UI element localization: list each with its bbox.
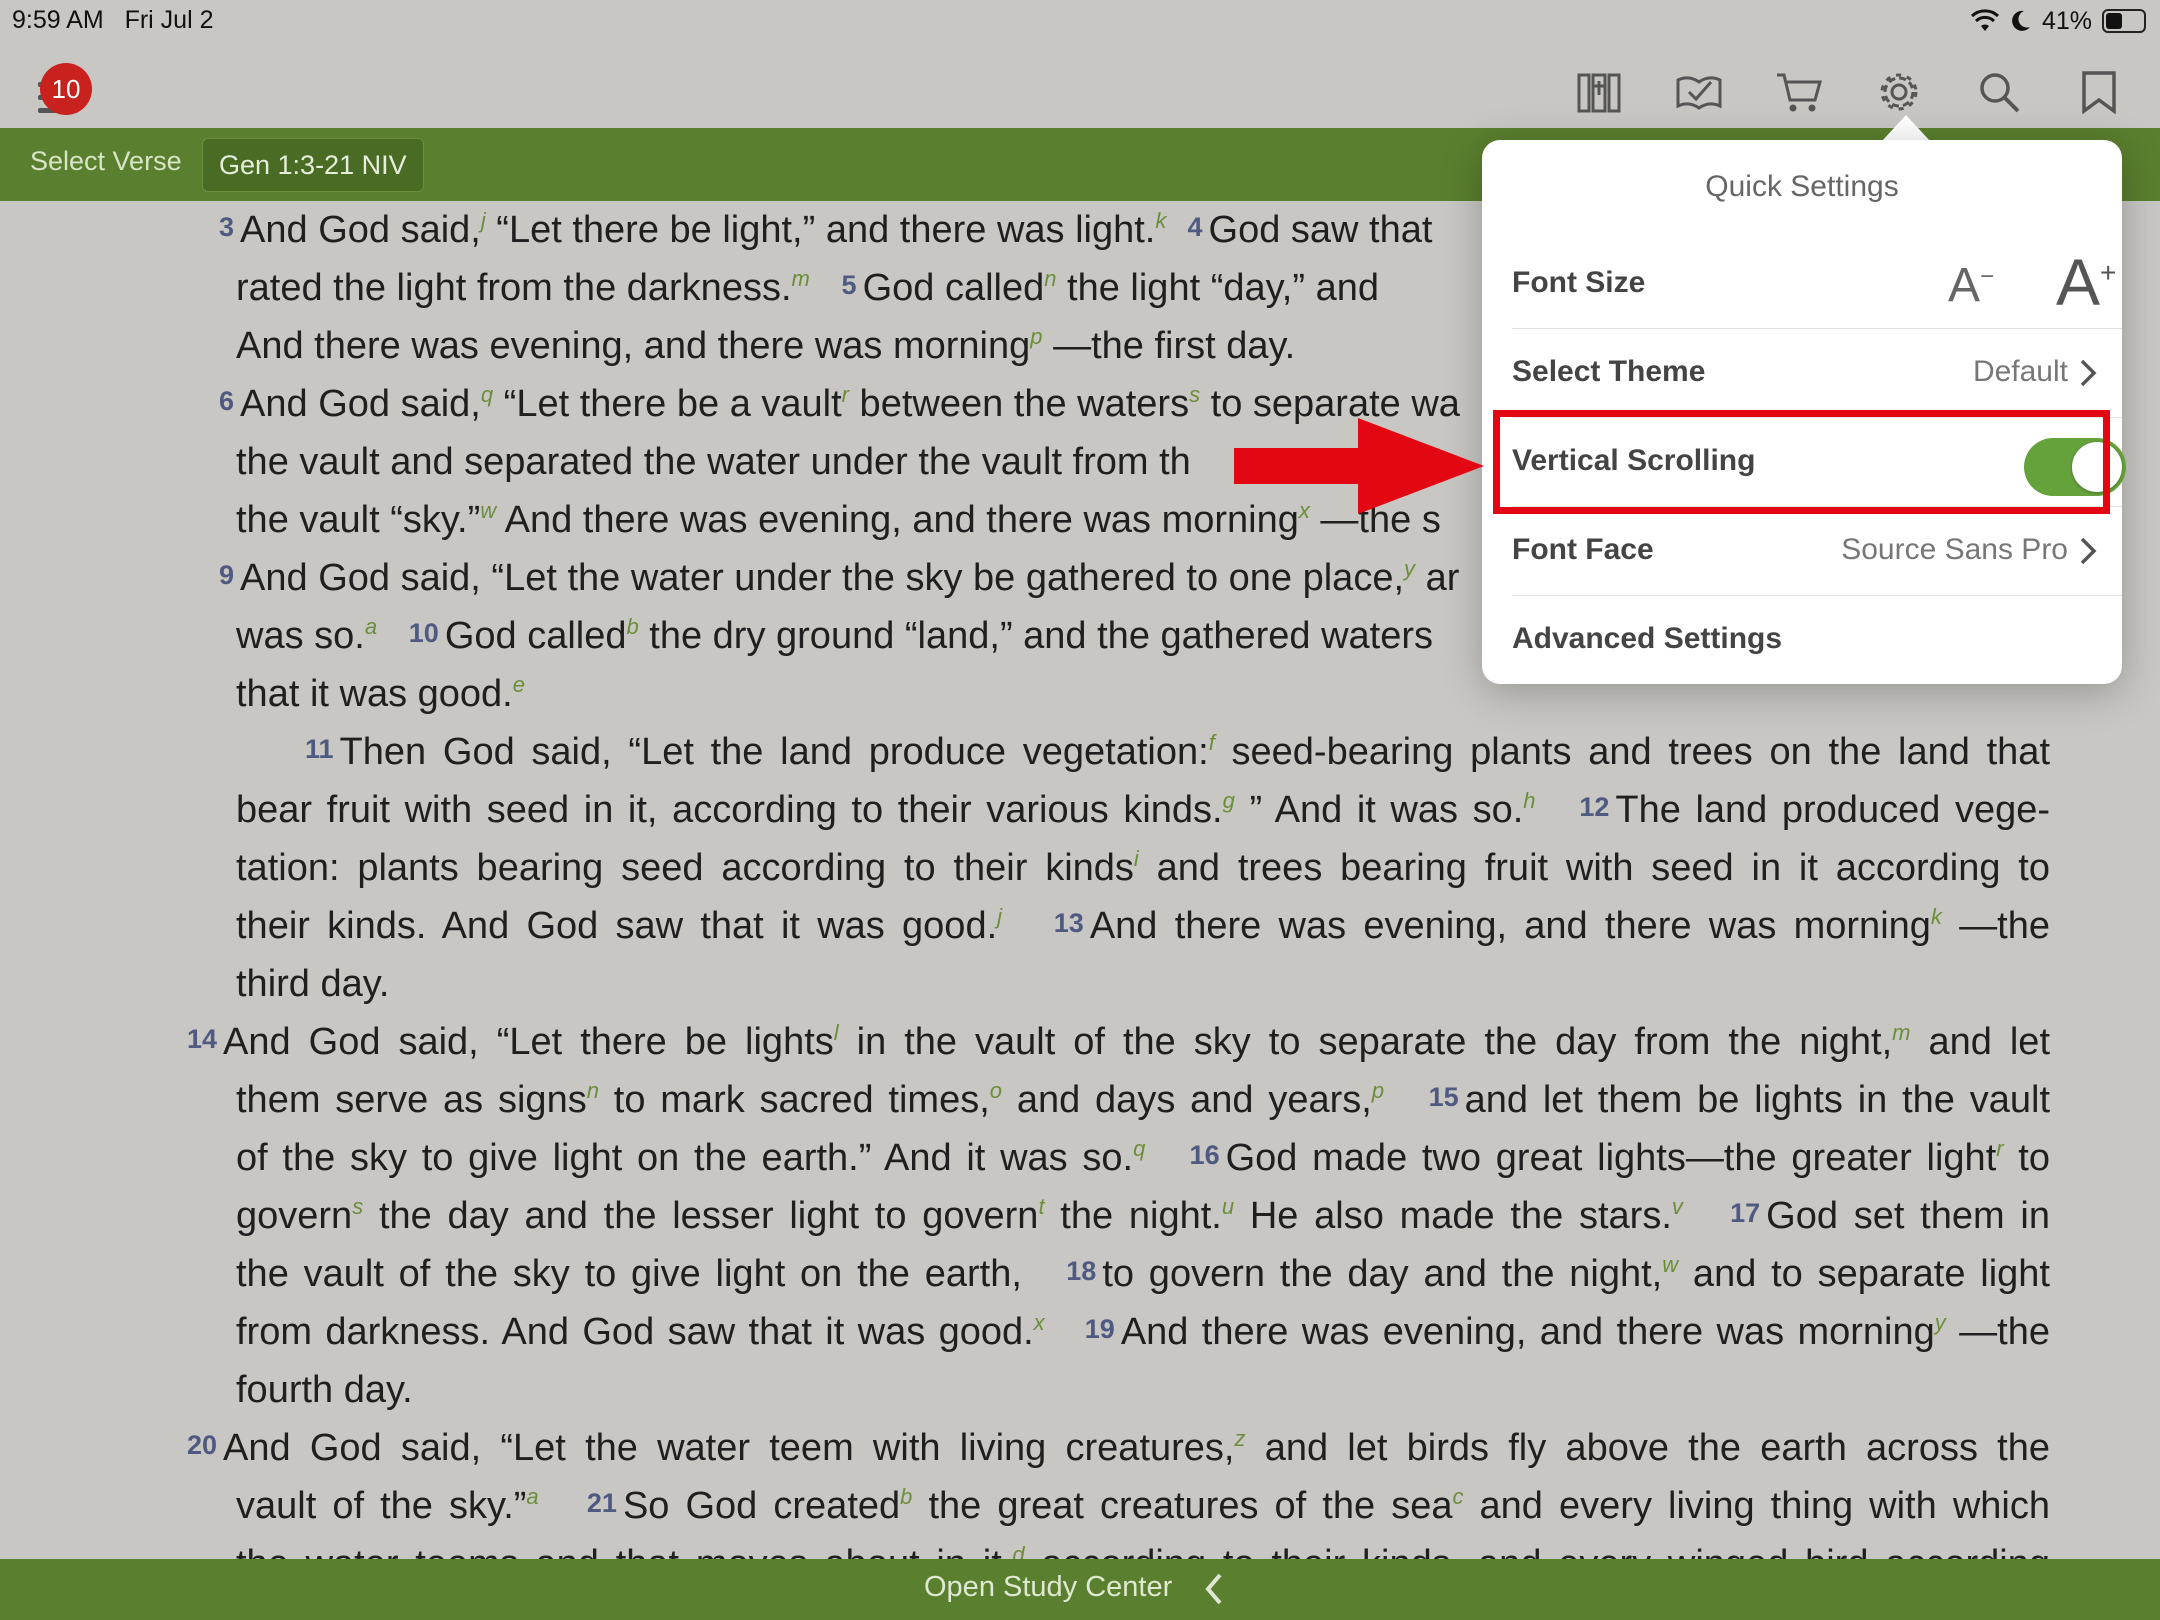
advanced-settings-label: Advanced Settings (1512, 622, 1783, 655)
search-icon (1980, 73, 2020, 113)
text-line: 11 Then God said, “Let the land produce v… (305, 730, 2050, 773)
status-bar: 9:59 AM Fri Jul 2 41% (0, 0, 2160, 40)
bookmark-icon (2082, 71, 2116, 114)
reading-plan-button[interactable] (1667, 60, 1731, 124)
increase-font-button[interactable]: A+ (2056, 244, 2116, 320)
library-button[interactable] (1567, 60, 1631, 124)
text-line: from darkness. And God saw that it was g… (236, 1310, 2050, 1353)
status-time: 9:59 AM Fri Jul 2 (12, 6, 214, 34)
search-button[interactable] (1967, 60, 2031, 124)
decrease-font-button[interactable]: A− (1948, 258, 1994, 313)
reading-plan-icon (1676, 76, 1722, 110)
select-verse-button[interactable]: Select Verse (30, 146, 182, 177)
text-line: of the sky to give light on the earth.” … (236, 1136, 2050, 1179)
top-toolbar: 10 (0, 40, 2160, 128)
text-line: the water teems and that moves about in … (236, 1542, 2050, 1559)
battery-icon (2102, 9, 2146, 33)
moon-icon (2012, 10, 2030, 31)
text-line: 14 And God said, “Let there be lightsl in… (187, 1020, 2050, 1063)
open-study-center-button[interactable]: Open Study Center (924, 1571, 1172, 1604)
bottom-bar: Open Study Center (0, 1559, 2160, 1620)
bookmark-button[interactable] (2067, 60, 2131, 124)
font-face-row[interactable]: Font Face Source Sans Pro (1512, 507, 2122, 596)
text-line: governs the day and the lesser light to … (236, 1194, 2050, 1237)
popover-arrow (1882, 115, 1930, 141)
decrease-font-glyph: A (1948, 259, 1981, 312)
text-line: fourth day. (236, 1369, 413, 1411)
font-face-label: Font Face (1512, 533, 1654, 566)
theme-value: Default (1972, 355, 2068, 388)
library-icon (1577, 73, 1621, 113)
annotation-arrow (1234, 418, 1484, 514)
chevron-right-icon (2080, 537, 2097, 565)
gear-icon (1880, 73, 1918, 111)
status-right: 41% (1970, 6, 2146, 36)
text-line: 20 And God said, “Let the water teem with… (187, 1426, 2050, 1469)
increase-font-glyph: A (2056, 245, 2101, 319)
text-line: third day. (236, 963, 390, 1005)
text-line: their kinds. And God saw that it was goo… (236, 904, 2050, 947)
text-line: the vault of the sky to give light on th… (236, 1252, 2050, 1295)
battery-percent: 41% (2041, 6, 2092, 35)
wifi-icon (1970, 9, 1999, 31)
increase-font-sign: + (2100, 257, 2117, 288)
menu-button[interactable]: 10 (30, 63, 100, 124)
chevron-right-icon (2080, 359, 2097, 387)
font-face-value: Source Sans Pro (1841, 533, 2068, 566)
font-size-label: Font Size (1512, 266, 1646, 299)
decrease-font-sign: − (1980, 263, 1995, 290)
chevron-left-icon[interactable] (1200, 1569, 1228, 1609)
cart-icon (1777, 73, 1822, 112)
font-size-row: Font Size A− A+ (1512, 240, 2122, 329)
text-line: them serve as signsn to mark sacred time… (236, 1078, 2050, 1121)
store-button[interactable] (1767, 60, 1831, 124)
text-line: vault of the sky.”a 21 So God createdb th… (236, 1484, 2050, 1527)
select-theme-row[interactable]: Select Theme Default (1512, 329, 2122, 418)
advanced-settings-row[interactable]: Advanced Settings (1512, 596, 2122, 685)
annotation-highlight-box (1493, 410, 2110, 514)
notification-badge: 10 (40, 63, 92, 115)
text-line: tation: plants bearing seed according to… (236, 846, 2050, 889)
popover-title: Quick Settings (1705, 170, 1899, 203)
passage-reference-button[interactable]: Gen 1:3-21 NIV (202, 138, 424, 192)
text-line: bear fruit with seed in it, according to… (236, 788, 2050, 831)
theme-label: Select Theme (1512, 355, 1706, 388)
